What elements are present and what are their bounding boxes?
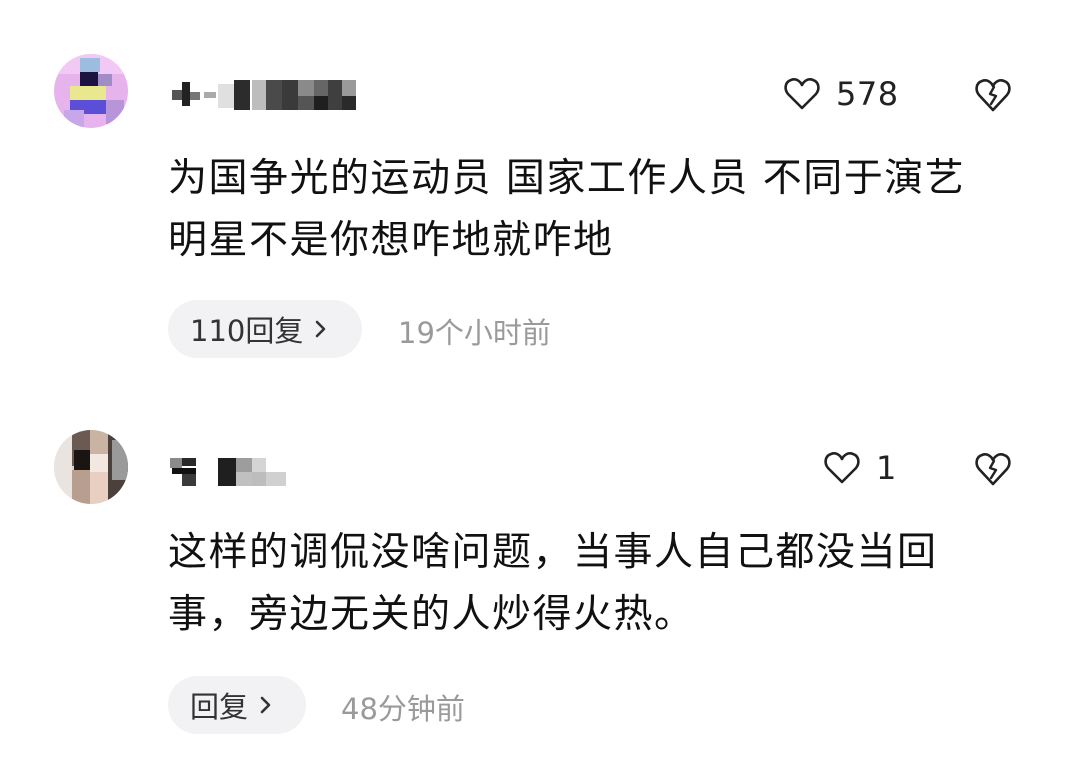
reply-button[interactable]: 回复 bbox=[168, 676, 306, 734]
broken-heart-icon[interactable] bbox=[972, 74, 1014, 116]
reply-label: 110回复 bbox=[190, 314, 304, 348]
like-button[interactable]: 1 bbox=[822, 446, 897, 490]
heart-outline-icon bbox=[784, 78, 820, 110]
comment-text-line: 这样的调侃没啥问题，当事人自己都没当回 bbox=[168, 530, 938, 575]
reply-button[interactable]: 110回复 bbox=[168, 300, 362, 358]
comment-text-line: 明星不是你想咋地就咋地 bbox=[168, 218, 614, 263]
comment-text-line: 为国争光的运动员 国家工作人员 不同于演艺 bbox=[168, 156, 966, 201]
comment-text: 这样的调侃没啥问题，当事人自己都没当回 事，旁边无关的人炒得火热。 bbox=[168, 522, 1018, 646]
avatar[interactable] bbox=[54, 54, 128, 128]
avatar[interactable] bbox=[54, 430, 128, 504]
heart-outline-icon bbox=[824, 452, 860, 484]
timestamp: 19个小时前 bbox=[398, 316, 551, 350]
comment-list: 578 为国争光的运动员 国家工作人员 不同于演艺 明星不是你想咋地就咋地 11… bbox=[0, 0, 1080, 761]
like-button[interactable]: 578 bbox=[782, 72, 899, 116]
chevron-right-icon bbox=[260, 696, 271, 714]
username[interactable] bbox=[168, 74, 363, 114]
comment-item: 1 这样的调侃没啥问题，当事人自己都没当回 事，旁边无关的人炒得火热。 回复 4… bbox=[0, 380, 1080, 761]
chevron-right-icon bbox=[316, 320, 326, 338]
broken-heart-icon[interactable] bbox=[972, 448, 1014, 490]
reply-label: 回复 bbox=[190, 690, 249, 724]
like-count: 578 bbox=[836, 75, 899, 113]
comment-text-line: 事，旁边无关的人炒得火热。 bbox=[168, 592, 695, 637]
comment-text: 为国争光的运动员 国家工作人员 不同于演艺 明星不是你想咋地就咋地 bbox=[168, 148, 1018, 272]
comment-item: 578 为国争光的运动员 国家工作人员 不同于演艺 明星不是你想咋地就咋地 11… bbox=[0, 0, 1080, 380]
username[interactable] bbox=[168, 450, 293, 490]
timestamp: 48分钟前 bbox=[341, 692, 465, 726]
like-count: 1 bbox=[876, 449, 897, 487]
